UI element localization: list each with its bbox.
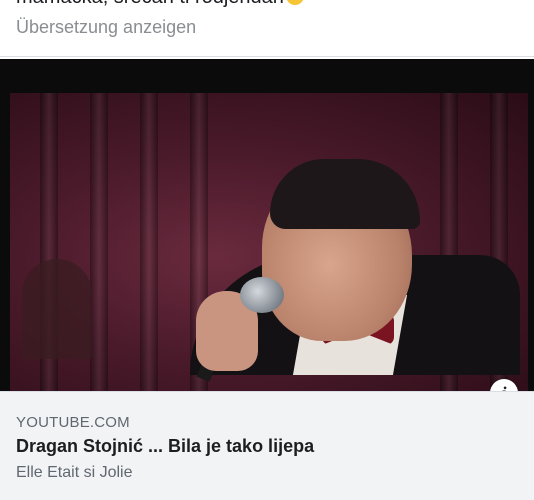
- see-translation-link[interactable]: Übersetzung anzeigen: [16, 17, 196, 38]
- post-message: mamacka, srecan ti rodjendan: [16, 0, 304, 9]
- curtain-fold: [140, 93, 158, 391]
- link-meta[interactable]: YOUTUBE.COM Dragan Stojnić ... Bila je t…: [0, 391, 534, 500]
- link-domain: YOUTUBE.COM: [16, 414, 130, 431]
- smiley-emoji-icon: [285, 0, 304, 5]
- link-subtitle: Elle Etait si Jolie: [16, 464, 133, 481]
- post-text: mamacka, srecan ti rodjendan: [16, 0, 284, 8]
- video-thumbnail[interactable]: i: [0, 59, 534, 391]
- background-person: [22, 259, 92, 359]
- curtain-fold: [90, 93, 108, 391]
- link-title[interactable]: Dragan Stojnić ... Bila je tako lijepa: [16, 436, 314, 457]
- microphone-icon: [240, 277, 284, 313]
- link-preview-card[interactable]: i YOUTUBE.COM Dragan Stojnić ... Bila je…: [0, 56, 534, 500]
